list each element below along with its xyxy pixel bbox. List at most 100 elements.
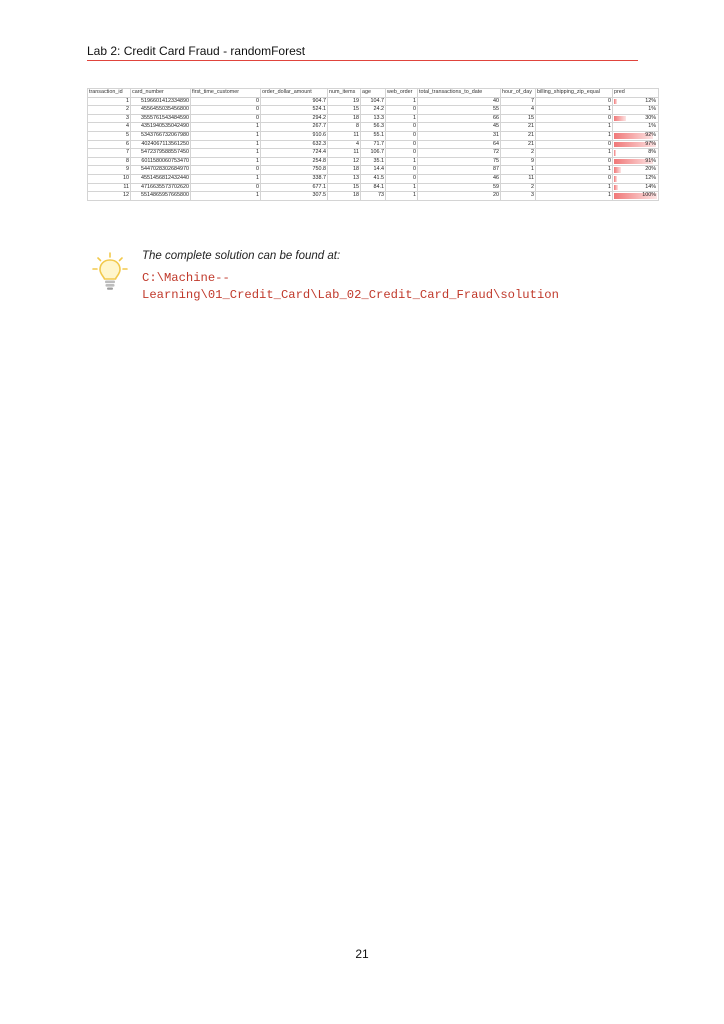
pred-cell: 97% [612,139,659,150]
table-cell: 254.8 [260,156,328,167]
column-header: transaction_id [87,88,131,98]
table-cell: 724.4 [260,148,328,158]
table-cell: 41.5 [360,173,386,184]
table-cell: 18 [327,113,361,124]
table-cell: 524.1 [260,105,328,115]
table-cell: 0 [385,139,418,150]
table-cell: 0 [385,148,418,158]
column-header: age [360,88,386,98]
table-cell: 5447028302684970 [130,165,191,175]
table-cell: 55 [417,105,501,115]
table-cell: 13.3 [360,113,386,124]
column-header: num_items [327,88,361,98]
pred-cell: 92% [612,130,659,141]
table-cell: 46 [417,173,501,184]
table-cell: 11 [500,173,536,184]
pred-value: 12% [645,97,656,104]
table-cell: 4 [87,122,131,132]
table-cell: 1 [500,165,536,175]
table-cell: 0 [535,156,613,167]
column-header: order_dollar_amount [260,88,328,98]
pred-cell: 91% [612,156,659,167]
table-cell: 4 [327,139,361,150]
table-cell: 338.7 [260,173,328,184]
table-cell: 267.7 [260,122,328,132]
table-cell: 20 [417,191,501,201]
table-cell: 4556455035456800 [130,105,191,115]
table-header-row: transaction_id card_number first_time_cust… [87,88,659,98]
table-cell: 56.3 [360,122,386,132]
table-cell: 677.1 [260,182,328,193]
table-cell: 1 [190,148,261,158]
table-cell: 1 [385,191,418,201]
column-header: card_number [130,88,191,98]
lightbulb-icon [92,252,128,290]
table-cell: 1 [535,130,613,141]
table-cell: 6011580060753470 [130,156,191,167]
table-cell: 0 [385,130,418,141]
table-cell: 4 [500,105,536,115]
table-cell: 750.8 [260,165,328,175]
table-cell: 1 [535,165,613,175]
table-cell: 14.4 [360,165,386,175]
table-row: 12 5514865957665800 1 307.5 18 73 1 20 3 1 100% [87,191,659,201]
table-cell: 12 [87,191,131,201]
table-cell: 8 [87,156,131,167]
table-cell: 8 [327,122,361,132]
table-cell: 9 [87,165,131,175]
table-cell: 15 [500,113,536,124]
table-cell: 31 [417,130,501,141]
table-cell: 18 [327,165,361,175]
table-cell: 71.7 [360,139,386,150]
solution-lead-text: The complete solution can be found at: [142,250,341,262]
table-cell: 0 [535,139,613,150]
pred-value: 8% [648,149,656,156]
pred-cell: 30% [612,113,659,124]
table-cell: 5196601412334890 [130,96,191,107]
table-cell: 1 [190,122,261,132]
table-cell: 7 [87,148,131,158]
table-cell: 3555761543484590 [130,113,191,124]
table-row: 1 5196601412334890 0 904.7 19 104.7 1 40 7 0 12% [87,96,659,107]
table-cell: 1 [190,139,261,150]
table-cell: 104.7 [360,96,386,107]
table-cell: 3 [87,113,131,124]
table-cell: 1 [190,173,261,184]
table-cell: 21 [500,122,536,132]
table-cell: 66 [417,113,501,124]
table-cell: 35.1 [360,156,386,167]
table-cell: 10 [87,173,131,184]
pred-value: 92% [645,131,656,138]
column-header: web_order [385,88,418,98]
table-cell: 1 [385,182,418,193]
solution-path-line-2: Learning\01_Credit_Card\Lab_02_Credit_Ca… [142,288,559,302]
table-cell: 1 [190,156,261,167]
table-cell: 45 [417,122,501,132]
table-cell: 0 [385,165,418,175]
table-cell: 1 [190,130,261,141]
table-cell: 11 [327,130,361,141]
table-cell: 2 [500,182,536,193]
table-cell: 73 [360,191,386,201]
pred-value: 100% [642,192,656,199]
table-cell: 11 [327,148,361,158]
table-cell: 84.1 [360,182,386,193]
table-cell: 1 [87,96,131,107]
pred-value: 1% [648,123,656,130]
table-cell: 0 [190,113,261,124]
table-row: 10 4551456812432440 1 338.7 13 41.5 0 46 11 0 12% [87,173,659,184]
table-cell: 9 [500,156,536,167]
table-cell: 7 [500,96,536,107]
column-header: hour_of_day [500,88,536,98]
table-row: 7 5472379588557450 1 724.4 11 106.7 0 72 2 1 8% [87,148,659,158]
table-cell: 1 [385,96,418,107]
pred-cell: 14% [612,182,659,193]
table-cell: 0 [190,165,261,175]
table-cell: 13 [327,173,361,184]
table-cell: 5343766732067980 [130,130,191,141]
solution-path-line-1: C:\Machine-- [142,271,230,285]
table-cell: 1 [535,105,613,115]
table-cell: 21 [500,139,536,150]
table-cell: 0 [535,113,613,124]
table-row: 4 4351940535042490 1 267.7 8 56.3 0 45 21 1 1% [87,122,659,132]
